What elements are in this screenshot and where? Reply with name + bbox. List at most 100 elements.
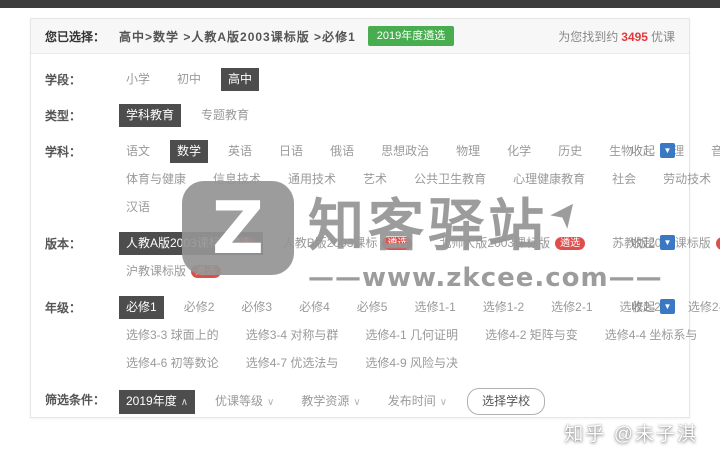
filter-option[interactable]: 必修2 <box>177 296 222 319</box>
filter-rows: 学段： 小学 初中 高中类型： 学科教育 专题教育学科： 语文 数学 英语 日语 俄语 思想政治 物理化… <box>31 54 720 420</box>
filter-option-line: 汉语 <box>119 196 720 219</box>
breadcrumb: 高中>数学 >人教A版2003课标版 >必修1 <box>119 29 356 44</box>
filter-option[interactable]: 2019年度 ∧ <box>119 389 196 414</box>
lin-xuan-badge: 遴选 <box>555 237 586 250</box>
filter-row-options: 小学 初中 高中 <box>119 68 675 96</box>
filter-option[interactable]: 信息技术 <box>206 168 268 191</box>
filter-option[interactable]: 俄语 <box>323 140 361 163</box>
chevron-down-icon: ▼ <box>660 235 675 250</box>
filter-option[interactable]: 汉语 <box>119 196 157 219</box>
collapse-button[interactable]: 收起 ▼ <box>631 142 675 159</box>
filter-row-label: 学科： <box>45 145 82 159</box>
filter-row-options: 语文数学英语日语俄语思想政治物理化学历史生物地理音乐美术体育与健康信息技术通用技… <box>119 140 720 224</box>
filter-option[interactable]: 北师大版2003课标版 遴选 <box>432 232 592 255</box>
filter-option[interactable]: 英语 <box>221 140 259 163</box>
lin-xuan-badge: 遴选 <box>715 237 720 250</box>
filter-option[interactable]: 选修1-2 <box>476 296 531 319</box>
caret-up-icon: ∧ <box>180 396 189 408</box>
filter-row-options: 2019年度 ∧ 优课等级 ∨ 教学资源 ∨ 发布时间 ∨ 选择学校 <box>119 388 675 420</box>
filter-option[interactable]: 学科教育 <box>119 104 182 127</box>
filter-option[interactable]: 选修1-1 <box>407 296 462 319</box>
filter-option-line: 必修1必修2必修3必修4必修5选修1-1选修1-2选修2-1选修2-2选修2-3… <box>119 296 720 319</box>
filter-option[interactable]: 选修4-6 初等数论 <box>119 352 226 375</box>
filter-option[interactable]: 物理 <box>449 140 487 163</box>
filter-row-label: 版本： <box>45 237 82 251</box>
filter-option[interactable]: 公共卫生教育 <box>407 168 493 191</box>
filter-option-line: 体育与健康信息技术通用技术艺术公共卫生教育心理健康教育社会劳动技术科学综合实践 <box>119 168 720 191</box>
filter-option-line: 人教A版2003课标遴选人教B版2003课标遴选北师大版2003课标版遴选苏教版… <box>119 232 720 255</box>
filter-option[interactable]: 必修1 <box>119 296 164 319</box>
filter-row-label: 学段： <box>45 73 82 87</box>
filter-option[interactable]: 优课等级 ∨ <box>208 390 281 414</box>
lin-xuan-badge: 遴选 <box>382 237 413 250</box>
filter-row-label: 筛选条件： <box>45 393 106 407</box>
filter-row-1: 类型： 学科教育 专题教育 <box>31 96 689 132</box>
result-count: 3495 <box>621 29 648 44</box>
filter-option[interactable]: 人教A版2003课标 遴选 <box>119 232 263 255</box>
filter-option-line: 选修4-6 初等数论 选修4-7 优选法与 选修4-9 风险与决 <box>119 352 720 375</box>
filter-option[interactable]: 数学 <box>170 140 209 163</box>
filter-option[interactable]: 艺术 <box>356 168 394 191</box>
filter-row-label: 类型： <box>45 109 82 123</box>
filter-option-line: 语文数学英语日语俄语思想政治物理化学历史生物地理音乐美术 <box>119 140 720 163</box>
filter-option-line: 选修3-3 球面上的 选修3-4 对称与群 选修4-1 几何证明 选修4-2 矩阵与变… <box>119 324 720 347</box>
filter-row-label: 年级： <box>45 301 82 315</box>
filter-row-4: 年级： 必修1 必修2 必修3 必修4 必修5 选修1-1 选修1-2 选修2-1 选修2-2 选修… <box>31 288 720 380</box>
filter-option[interactable]: 专题教育 <box>194 104 256 127</box>
filter-option[interactable]: 选修2-1 <box>544 296 599 319</box>
result-prefix: 为您找到约 <box>558 29 619 44</box>
filter-option[interactable]: 音乐 <box>704 140 720 163</box>
filter-option[interactable]: 体育与健康 <box>119 168 193 191</box>
filter-option-line: 学科教育 专题教育 <box>119 104 611 127</box>
collapse-label: 收起 <box>630 236 655 250</box>
collapse-button[interactable]: 收起 ▼ <box>631 298 675 315</box>
filter-option[interactable]: 日语 <box>272 140 310 163</box>
filter-option[interactable]: 发布时间 ∨ <box>381 390 454 414</box>
filter-option[interactable]: 初中 <box>170 68 208 91</box>
zhihu-credit: 知乎 @未子淇 <box>564 424 698 445</box>
filter-option[interactable]: 选修4-1 几何证明 <box>358 324 465 347</box>
collapse-label: 收起 <box>630 300 655 314</box>
year-activity-tag[interactable]: 2019年度遴选 <box>367 26 455 46</box>
filter-option[interactable]: 选修4-4 坐标系与 <box>598 324 705 347</box>
top-bar <box>0 0 720 8</box>
caret-down-icon: ∨ <box>353 396 361 408</box>
filter-option[interactable]: 小学 <box>119 68 157 91</box>
filter-option[interactable]: 教学资源 ∨ <box>294 390 367 414</box>
filter-option[interactable]: 选修3-3 球面上的 <box>119 324 226 347</box>
filter-option[interactable]: 选修2-3 <box>681 296 720 319</box>
filter-option[interactable]: 化学 <box>500 140 538 163</box>
filter-row-2: 学科： 语文数学英语日语俄语思想政治物理化学历史生物地理音乐美术体育与健康信息技术… <box>31 132 720 224</box>
filter-row-5: 筛选条件： 2019年度 ∧ 优课等级 ∨ 教学资源 ∨ 发布时间 ∨ 选择学校 <box>31 380 689 420</box>
lin-xuan-badge: 遴选 <box>191 265 222 278</box>
filter-option[interactable]: 选修4-9 风险与决 <box>358 352 465 375</box>
selected-label: 您已选择： <box>45 29 106 44</box>
filter-option[interactable]: 必修3 <box>234 296 279 319</box>
collapse-button[interactable]: 收起 ▼ <box>631 234 675 251</box>
filter-option[interactable]: 必修4 <box>292 296 337 319</box>
filter-row-0: 学段： 小学 初中 高中 <box>31 60 689 96</box>
filter-option[interactable]: 社会 <box>605 168 643 191</box>
chevron-down-icon: ▼ <box>660 143 675 158</box>
filter-panel: 您已选择： 高中>数学 >人教A版2003课标版 >必修1 2019年度遴选 为… <box>30 18 720 420</box>
filter-option[interactable]: 必修5 <box>350 296 395 319</box>
filter-option[interactable]: 通用技术 <box>281 168 343 191</box>
filter-option[interactable]: 人教B版2003课标 遴选 <box>276 232 420 255</box>
filter-option[interactable]: 高中 <box>221 68 260 91</box>
filter-option[interactable]: 思想政治 <box>374 140 436 163</box>
chevron-down-icon: ▼ <box>660 299 675 314</box>
filter-option[interactable]: 选修4-2 矩阵与变 <box>478 324 585 347</box>
filter-option[interactable]: 语文 <box>119 140 157 163</box>
selection-summary-row: 您已选择： 高中>数学 >人教A版2003课标版 >必修1 2019年度遴选 为… <box>31 19 689 54</box>
filter-option[interactable]: 历史 <box>551 140 589 163</box>
filter-option-line: 沪教课标版 遴选 <box>119 260 720 283</box>
filter-option[interactable]: 心理健康教育 <box>506 168 592 191</box>
caret-down-icon: ∨ <box>439 396 448 408</box>
select-school-button[interactable]: 选择学校 <box>467 388 546 415</box>
filter-option[interactable]: 选修4-7 优选法与 <box>239 352 346 375</box>
filter-option[interactable]: 选修3-4 对称与群 <box>239 324 346 347</box>
filter-option[interactable]: 沪教课标版 遴选 <box>119 260 228 283</box>
filter-row-options: 人教A版2003课标遴选人教B版2003课标遴选北师大版2003课标版遴选苏教版… <box>119 232 720 288</box>
filter-option[interactable]: 劳动技术 <box>656 168 718 191</box>
filter-row-3: 版本： 人教A版2003课标 遴选 人教B版2003课标 遴选 北师大版2003课标版 遴选… <box>31 224 720 288</box>
